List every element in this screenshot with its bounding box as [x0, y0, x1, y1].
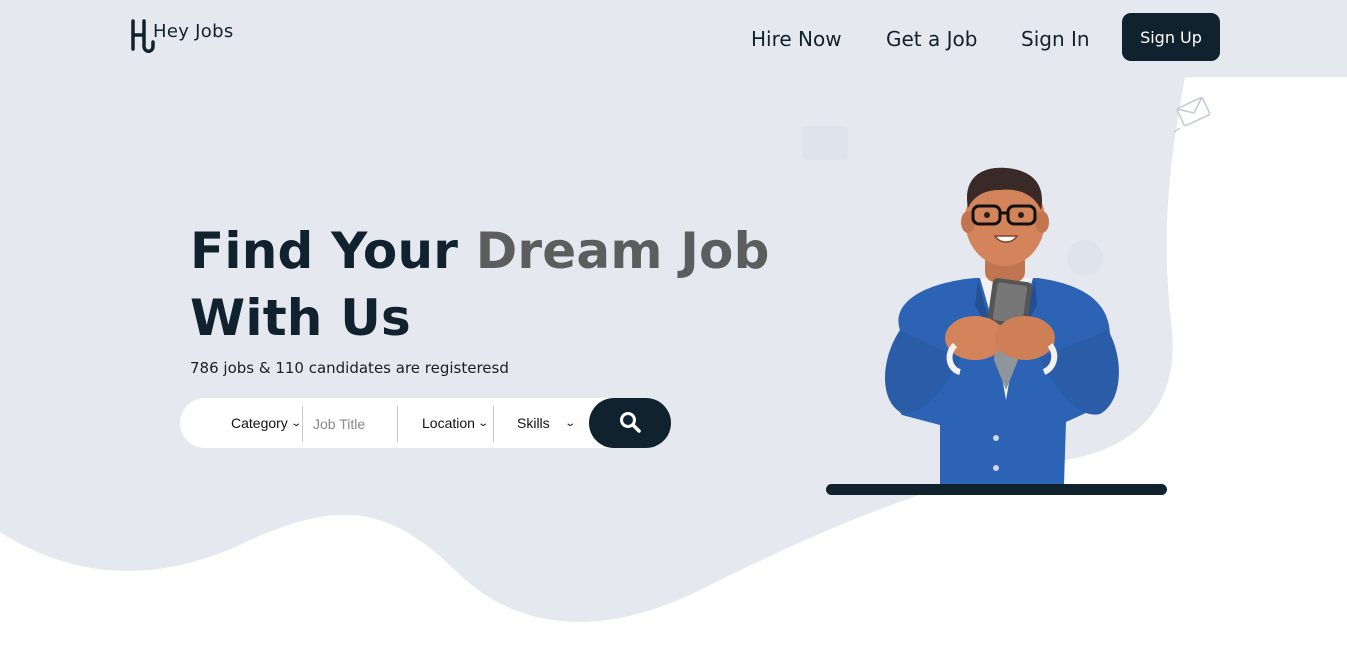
search-icon: [620, 411, 641, 433]
hero-title-highlight: Dream Job: [475, 222, 770, 280]
chevron-down-icon: ⌄: [290, 417, 302, 429]
hero-title-part2: With Us: [190, 289, 411, 347]
nav-hire-now[interactable]: Hire Now: [751, 27, 842, 51]
skills-select[interactable]: Skills ⌄: [517, 398, 576, 448]
category-select[interactable]: Category ⌄: [231, 398, 302, 448]
sign-up-button[interactable]: Sign Up: [1122, 13, 1220, 61]
main-nav: Hire Now Get a Job Sign In Sign Up: [0, 13, 1347, 61]
job-title-input[interactable]: [311, 411, 395, 437]
search-button[interactable]: [589, 398, 671, 448]
envelope-icon: [1173, 96, 1211, 133]
illustration-stand-bar: [826, 484, 1167, 495]
divider: [493, 406, 494, 442]
hero-title-part1: Find Your: [190, 222, 476, 280]
skills-select-label: Skills: [517, 415, 550, 431]
divider: [397, 406, 398, 442]
chevron-down-icon: ⌄: [477, 417, 490, 429]
hero-subtitle: 786 jobs & 110 candidates are registeres…: [190, 359, 509, 377]
location-select[interactable]: Location ⌄: [422, 398, 490, 448]
hero-title: Find Your Dream Job With Us: [190, 218, 770, 352]
chevron-down-icon: ⌄: [563, 417, 576, 429]
nav-get-a-job[interactable]: Get a Job: [886, 27, 977, 51]
divider: [302, 406, 303, 442]
category-select-label: Category: [231, 415, 288, 431]
location-select-label: Location: [422, 415, 475, 431]
man-with-phone-illustration: [802, 126, 1119, 484]
job-search-bar: Category ⌄ Location ⌄ Skills ⌄: [180, 398, 671, 448]
nav-sign-in[interactable]: Sign In: [1021, 27, 1090, 51]
